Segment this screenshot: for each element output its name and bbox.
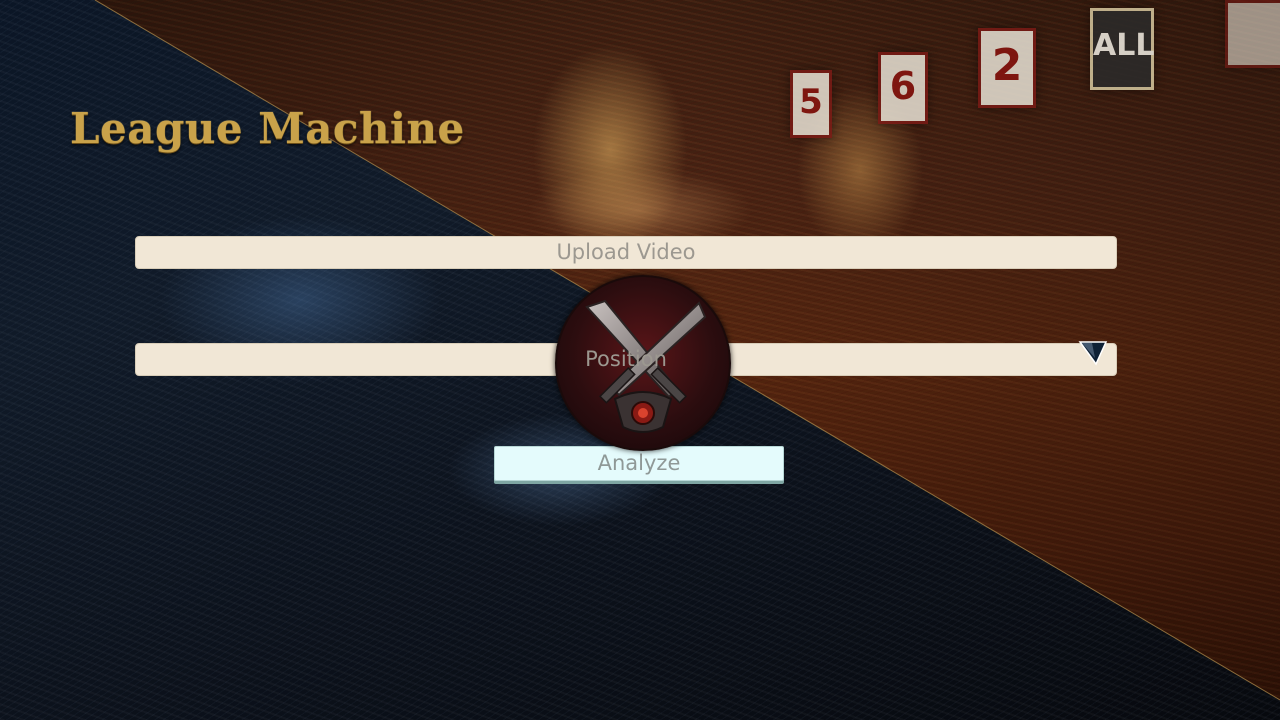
upload-video-label: Upload Video: [556, 240, 696, 264]
position-placeholder: Position: [585, 347, 667, 371]
app-title: League Machine: [70, 104, 465, 153]
dropdown-arrow-icon[interactable]: [1078, 340, 1108, 368]
upload-video-button[interactable]: Upload Video: [135, 236, 1117, 269]
